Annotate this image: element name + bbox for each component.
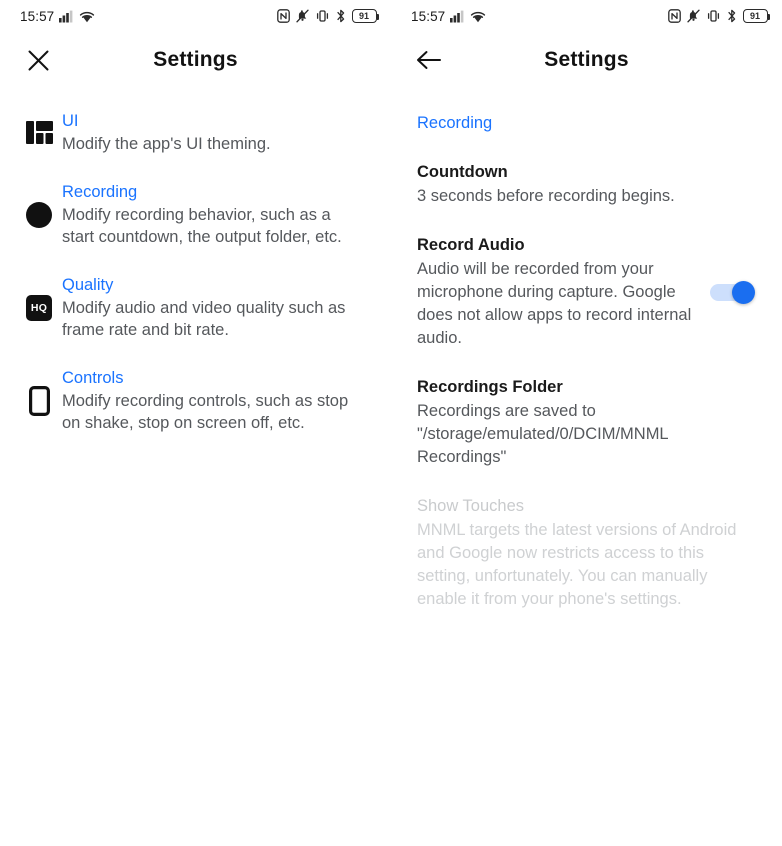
vibrate-icon (315, 9, 330, 23)
preference-summary: Audio will be recorded from your microph… (417, 260, 692, 347)
record-circle-icon (16, 201, 62, 229)
left-phone-screen: 15:57 91 Settings UI Modify the app's UI… (0, 0, 391, 846)
status-bar-right-group: 91 (668, 9, 770, 23)
status-bar-left-group: 15:57 (411, 9, 486, 24)
battery-icon: 91 (352, 9, 379, 23)
settings-item-description: Modify audio and video quality such as f… (62, 299, 346, 339)
settings-item-title: Quality (62, 276, 114, 294)
phone-outline-icon (16, 385, 62, 416)
preference-item-countdown[interactable]: Countdown 3 seconds before recording beg… (417, 161, 756, 208)
record-audio-toggle[interactable] (710, 281, 756, 304)
preference-text: Record Audio Audio will be recorded from… (417, 234, 710, 350)
status-bar-left-group: 15:57 (20, 9, 95, 24)
signal-bars-icon (59, 10, 74, 23)
preference-item-recordings-folder[interactable]: Recordings Folder Recordings are saved t… (417, 376, 756, 469)
ringer-silent-icon (296, 9, 309, 23)
status-clock: 15:57 (20, 8, 55, 24)
page-title: Settings (544, 48, 629, 71)
settings-item-description: Modify the app's UI theming. (62, 135, 271, 153)
settings-item-quality[interactable]: HQ Quality Modify audio and video qualit… (0, 274, 391, 341)
settings-item-ui[interactable]: UI Modify the app's UI theming. (0, 110, 391, 155)
close-icon[interactable] (18, 40, 58, 80)
dashboard-layout-icon (16, 121, 62, 144)
preference-title: Show Touches (417, 497, 525, 515)
preference-summary: 3 seconds before recording begins. (417, 187, 675, 205)
page-title: Settings (153, 48, 238, 71)
nfc-icon (668, 9, 681, 23)
app-bar-left: Settings (0, 32, 391, 88)
dual-screenshot-container: 15:57 91 Settings UI Modify the app's UI… (0, 0, 782, 846)
preference-title: Recordings Folder (417, 378, 563, 396)
preference-text: Countdown 3 seconds before recording beg… (417, 161, 756, 208)
bluetooth-icon (336, 9, 346, 23)
nfc-icon (277, 9, 290, 23)
vibrate-icon (706, 9, 721, 23)
app-bar-right: Settings (391, 32, 782, 88)
preference-summary: Recordings are saved to "/storage/emulat… (417, 402, 668, 466)
settings-category-list: UI Modify the app's UI theming. Recordin… (0, 88, 391, 434)
settings-item-title: UI (62, 112, 79, 130)
wifi-icon (79, 10, 95, 23)
settings-item-text: Quality Modify audio and video quality s… (62, 274, 371, 341)
hq-badge-icon: HQ (16, 294, 62, 321)
status-clock: 15:57 (411, 8, 446, 24)
ringer-silent-icon (687, 9, 700, 23)
right-phone-screen: 15:57 91 Settings Recording Countdown 3 … (391, 0, 782, 846)
settings-item-text: Controls Modify recording controls, such… (62, 367, 371, 434)
status-bar-right: 15:57 91 (391, 0, 782, 32)
battery-icon: 91 (743, 9, 770, 23)
preference-title: Countdown (417, 163, 508, 181)
preference-list: Recording Countdown 3 seconds before rec… (391, 88, 782, 611)
settings-item-text: UI Modify the app's UI theming. (62, 110, 371, 155)
settings-item-description: Modify recording behavior, such as a sta… (62, 206, 342, 246)
wifi-icon (470, 10, 486, 23)
settings-item-description: Modify recording controls, such as stop … (62, 392, 349, 432)
preference-text: Show Touches MNML targets the latest ver… (417, 495, 756, 611)
preference-item-show-touches: Show Touches MNML targets the latest ver… (417, 495, 756, 611)
hq-badge-label: HQ (26, 294, 52, 321)
settings-item-controls[interactable]: Controls Modify recording controls, such… (0, 367, 391, 434)
preference-text: Recordings Folder Recordings are saved t… (417, 376, 756, 469)
toggle-thumb (732, 281, 755, 304)
preference-category-header: Recording (417, 114, 493, 132)
status-bar-right-group: 91 (277, 9, 379, 23)
back-arrow-icon[interactable] (409, 40, 449, 80)
signal-bars-icon (450, 10, 465, 23)
settings-item-title: Controls (62, 369, 124, 387)
status-bar-left: 15:57 91 (0, 0, 391, 32)
bluetooth-icon (727, 9, 737, 23)
settings-item-title: Recording (62, 183, 138, 201)
preference-item-record-audio[interactable]: Record Audio Audio will be recorded from… (417, 234, 756, 350)
settings-item-text: Recording Modify recording behavior, suc… (62, 181, 371, 248)
settings-item-recording[interactable]: Recording Modify recording behavior, suc… (0, 181, 391, 248)
preference-summary: MNML targets the latest versions of Andr… (417, 521, 737, 608)
preference-title: Record Audio (417, 236, 525, 254)
